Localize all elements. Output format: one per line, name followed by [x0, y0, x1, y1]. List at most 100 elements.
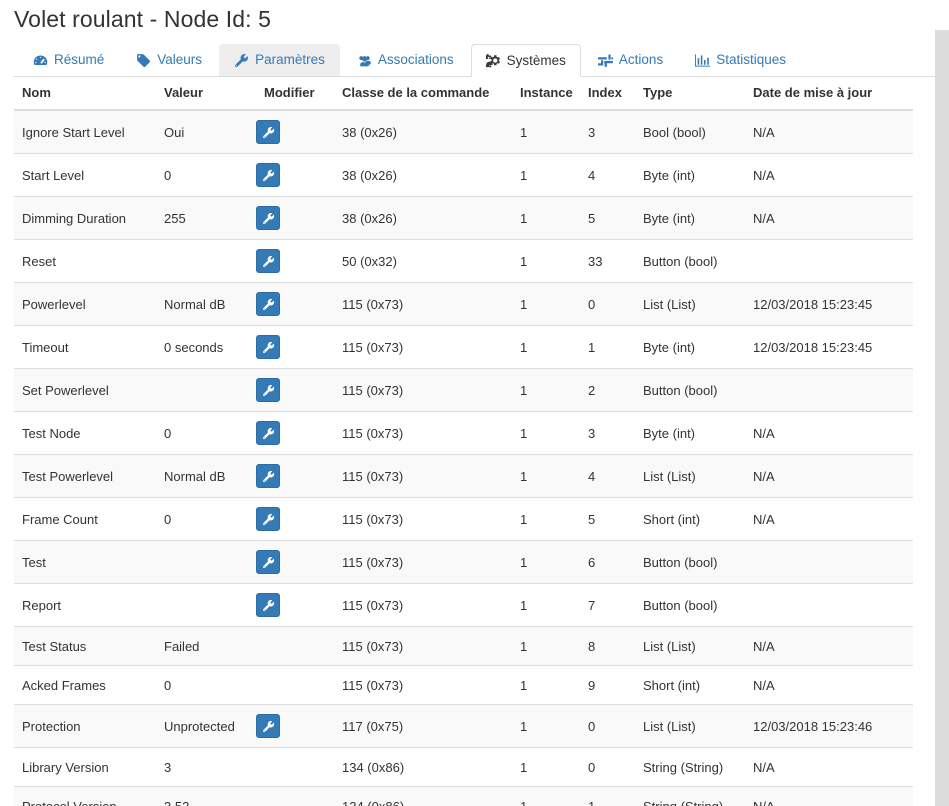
cell-type: List (List) [635, 282, 745, 326]
modify-parameter-button[interactable] [256, 507, 280, 531]
cell-index: 4 [580, 454, 635, 498]
cell-nom: Set Powerlevel [14, 368, 156, 412]
modify-parameter-button[interactable] [256, 421, 280, 445]
modify-parameter-button[interactable] [256, 120, 280, 144]
modify-parameter-button[interactable] [256, 206, 280, 230]
table-row: Test Node 0 115 (0x73) 1 3 Byte (int) N/A [14, 411, 913, 455]
cell-classe: 50 (0x32) [334, 239, 512, 283]
modify-parameter-button[interactable] [256, 593, 280, 617]
cell-modifier [256, 704, 334, 748]
cell-instance: 1 [512, 109, 580, 154]
cell-date [745, 368, 913, 412]
table-row: Ignore Start Level Oui 38 (0x26) 1 3 Bool (bo… [14, 109, 913, 154]
cell-date: N/A [745, 109, 913, 154]
cell-nom: Ignore Start Level [14, 109, 156, 154]
tab-systemes[interactable]: Systèmes [470, 44, 581, 77]
cell-modifier [256, 626, 334, 666]
cell-type: Byte (int) [635, 196, 745, 240]
table-row: Acked Frames 0 115 (0x73) 1 9 Short (int) N/A [14, 665, 913, 705]
cell-index: 33 [580, 239, 635, 283]
tab-bar: Résumé Valeurs Paramètres Associations Systè… [14, 43, 935, 77]
cell-instance: 1 [512, 786, 580, 806]
cell-index: 8 [580, 626, 635, 666]
table-row: Library Version 3 134 (0x86) 1 0 String (Stri… [14, 747, 913, 787]
cell-valeur [156, 583, 256, 627]
cell-classe: 115 (0x73) [334, 626, 512, 666]
cell-classe: 115 (0x73) [334, 665, 512, 705]
modify-parameter-button[interactable] [256, 335, 280, 359]
cell-date: N/A [745, 196, 913, 240]
cell-index: 0 [580, 704, 635, 748]
cell-date: N/A [745, 153, 913, 197]
cell-modifier [256, 786, 334, 806]
bar-chart-icon [695, 53, 711, 68]
modify-parameter-button[interactable] [256, 550, 280, 574]
cell-valeur [156, 239, 256, 283]
cell-valeur [156, 368, 256, 412]
modify-parameter-button[interactable] [256, 163, 280, 187]
table-row: Test Status Failed 115 (0x73) 1 8 List (List)… [14, 626, 913, 666]
cell-valeur: 0 [156, 497, 256, 541]
tab-label: Valeurs [157, 52, 203, 67]
table-row: Test 115 (0x73) 1 6 Button (bool) [14, 540, 913, 584]
cell-modifier [256, 540, 334, 584]
tab-resume[interactable]: Résumé [18, 44, 119, 76]
cell-index: 1 [580, 786, 635, 806]
cell-valeur: 0 [156, 411, 256, 455]
tab-actions[interactable]: Actions [583, 44, 678, 76]
cell-index: 1 [580, 325, 635, 369]
cell-instance: 1 [512, 368, 580, 412]
cell-modifier [256, 665, 334, 705]
modify-parameter-button[interactable] [256, 464, 280, 488]
modify-parameter-button[interactable] [256, 249, 280, 273]
cell-type: Button (bool) [635, 368, 745, 412]
tab-label: Paramètres [255, 52, 325, 67]
cell-index: 9 [580, 665, 635, 705]
cell-classe: 115 (0x73) [334, 497, 512, 541]
cell-date: N/A [745, 411, 913, 455]
cell-classe: 38 (0x26) [334, 196, 512, 240]
scrollbar-track[interactable] [935, 0, 949, 806]
cell-type: Button (bool) [635, 239, 745, 283]
cell-date: 12/03/2018 15:23:45 [745, 325, 913, 369]
tab-valeurs[interactable]: Valeurs [121, 44, 217, 76]
table-row: Timeout 0 seconds 115 (0x73) 1 1 Byte (int) 12… [14, 325, 913, 369]
tab-associations[interactable]: Associations [342, 44, 469, 76]
cell-classe: 134 (0x86) [334, 786, 512, 806]
cell-valeur [156, 540, 256, 584]
cell-classe: 115 (0x73) [334, 454, 512, 498]
cell-date: N/A [745, 786, 913, 806]
cell-instance: 1 [512, 454, 580, 498]
cell-date [745, 239, 913, 283]
modify-parameter-button[interactable] [256, 292, 280, 316]
node-detail-page: Volet roulant - Node Id: 5 Résumé Valeurs… [0, 0, 949, 806]
cell-instance: 1 [512, 704, 580, 748]
cell-date: N/A [745, 665, 913, 705]
tab-parametres[interactable]: Paramètres [219, 44, 340, 76]
cell-index: 6 [580, 540, 635, 584]
cell-date: N/A [745, 747, 913, 787]
table-row: Report 115 (0x73) 1 7 Button (bool) [14, 583, 913, 627]
cell-nom: Test Powerlevel [14, 454, 156, 498]
table-row: Set Powerlevel 115 (0x73) 1 2 Button (bool) [14, 368, 913, 412]
table-row: Start Level 0 38 (0x26) 1 4 Byte (int) N/A [14, 153, 913, 197]
cell-valeur: 0 [156, 665, 256, 705]
cell-type: Short (int) [635, 665, 745, 705]
cell-type: Byte (int) [635, 325, 745, 369]
modify-parameter-button[interactable] [256, 378, 280, 402]
scrollbar-thumb[interactable] [935, 30, 949, 806]
cell-valeur: 3 [156, 747, 256, 787]
cell-type: String (String) [635, 747, 745, 787]
cell-classe: 115 (0x73) [334, 325, 512, 369]
cell-valeur: 255 [156, 196, 256, 240]
modify-parameter-button[interactable] [256, 714, 280, 738]
cell-nom: Dimming Duration [14, 196, 156, 240]
cell-modifier [256, 497, 334, 541]
tab-statistiques[interactable]: Statistiques [680, 44, 801, 76]
cell-instance: 1 [512, 747, 580, 787]
cell-index: 0 [580, 747, 635, 787]
cell-classe: 115 (0x73) [334, 368, 512, 412]
cell-index: 3 [580, 109, 635, 154]
cell-modifier [256, 196, 334, 240]
table-row: Test Powerlevel Normal dB 115 (0x73) 1 4 List… [14, 454, 913, 498]
